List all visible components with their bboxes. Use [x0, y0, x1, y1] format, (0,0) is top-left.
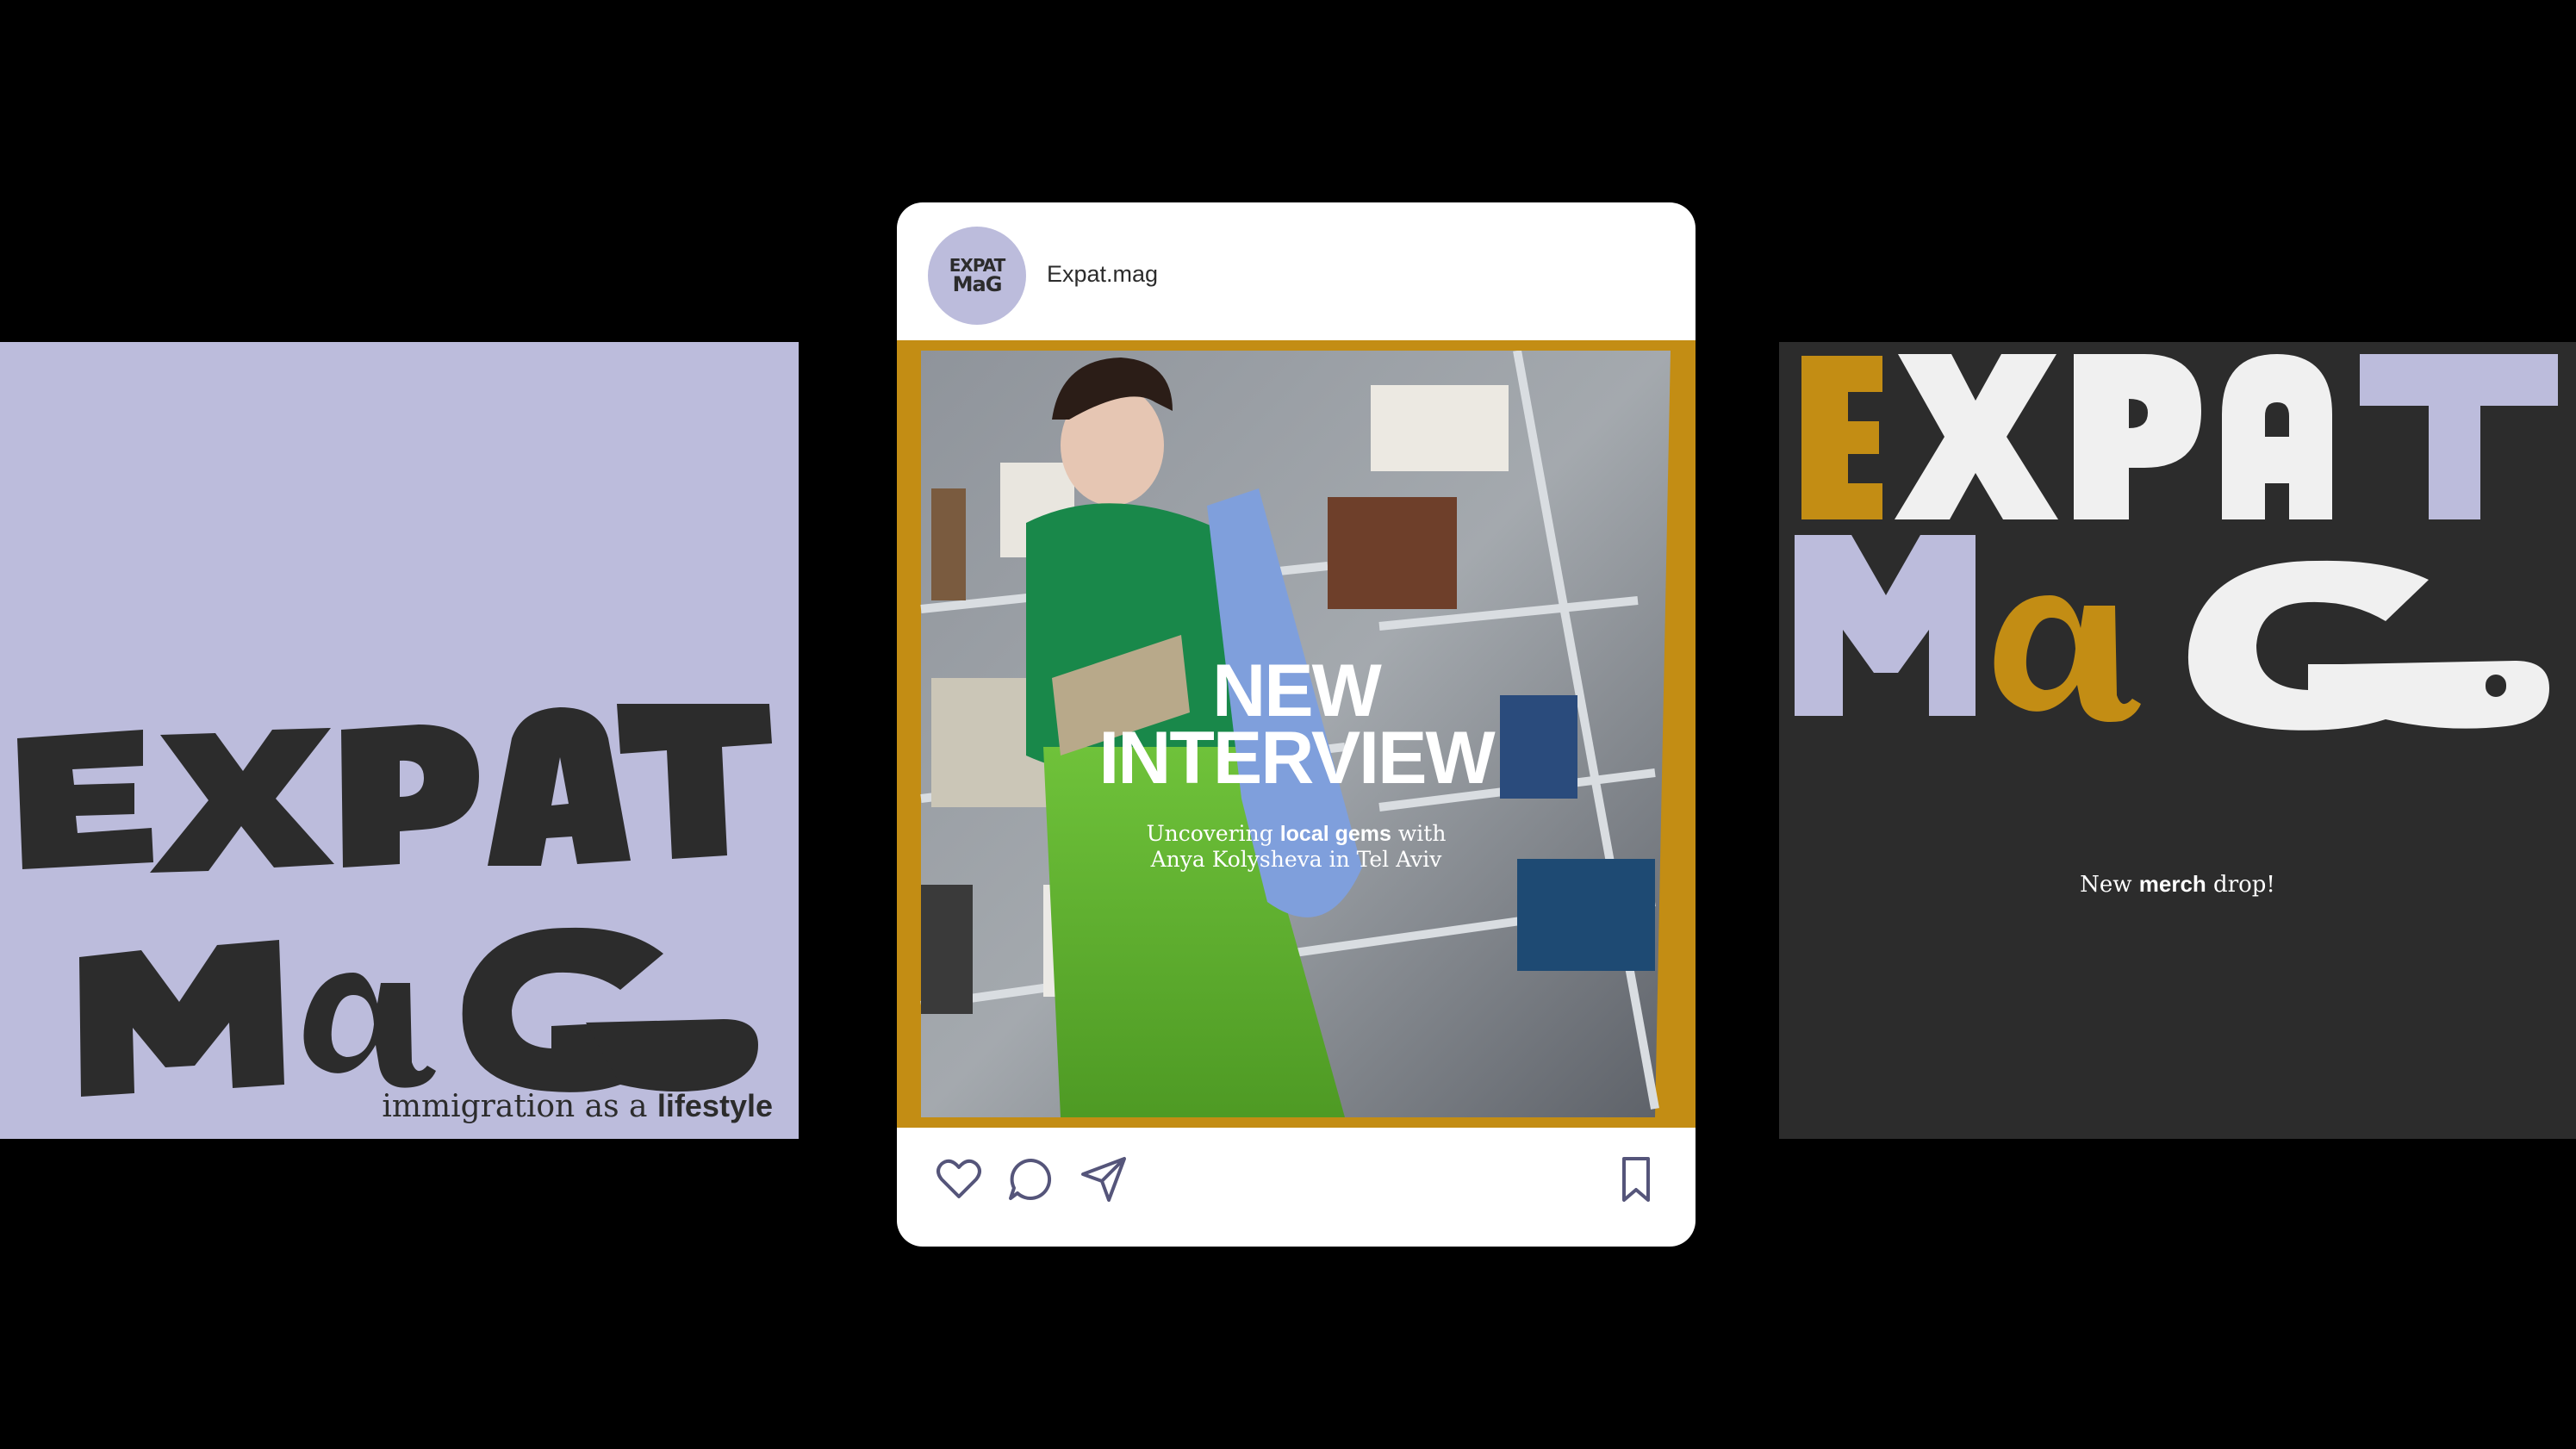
avatar[interactable]: EXPAT MaG [928, 227, 1026, 325]
instagram-post-card: EXPAT MaG Expat.mag NEW INTERVIEW Uncove… [897, 202, 1696, 1247]
merch-caption: New merch drop! [2080, 871, 2275, 898]
logo-panel-lilac: immigration as a lifestyle [0, 342, 799, 1139]
expat-logo-wordmark [17, 704, 772, 873]
subtitle: Uncovering local gems with Anya Kolyshev… [1146, 821, 1447, 872]
account-name[interactable]: Expat.mag [1047, 261, 1158, 288]
expat-mag-logo-colored [1795, 354, 2558, 731]
post-image[interactable]: NEW INTERVIEW Uncovering local gems with… [897, 340, 1696, 1128]
post-header: EXPAT MaG Expat.mag [897, 202, 1696, 340]
merch-panel-dark: New merch drop! [1779, 342, 2576, 1139]
tagline: immigration as a lifestyle [382, 1088, 773, 1124]
heart-icon[interactable] [933, 1154, 985, 1205]
share-icon[interactable] [1078, 1154, 1129, 1205]
post-actions [897, 1128, 1696, 1247]
comment-icon[interactable] [1005, 1154, 1057, 1205]
avatar-logo: EXPAT MaG [949, 255, 1005, 296]
mag-logo-wordmark [79, 927, 758, 1097]
headline: NEW INTERVIEW [1098, 650, 1495, 799]
bookmark-icon[interactable] [1610, 1154, 1662, 1205]
